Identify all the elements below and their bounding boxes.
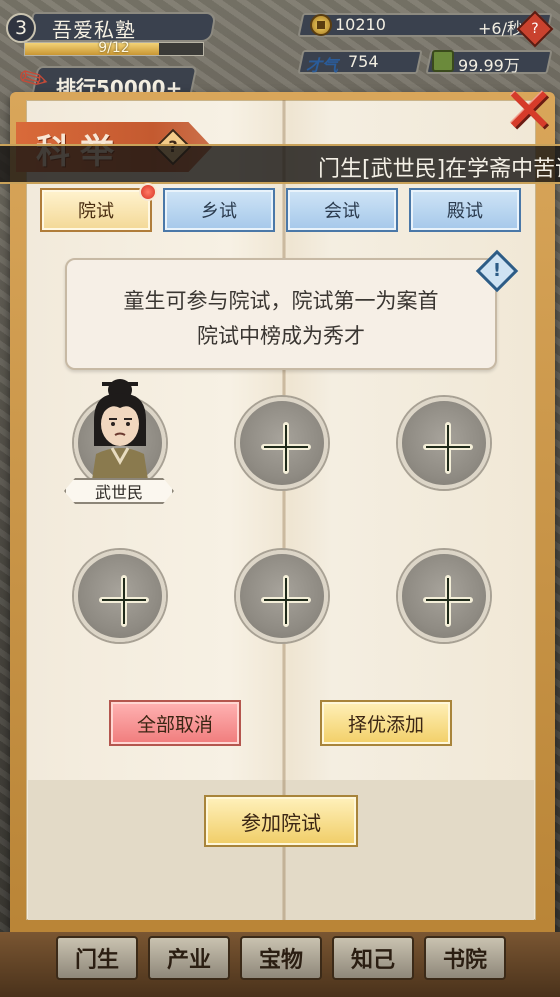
join-exam-button[interactable]: 参加院试 [204, 795, 358, 847]
tab-provincial-exam[interactable]: 乡试 [163, 188, 275, 232]
tab-county-exam[interactable]: 院试 [40, 188, 152, 232]
info-line-2: 院试中榜成为秀才 [197, 324, 365, 348]
nav-academy[interactable]: 书院 [424, 936, 506, 980]
coin-icon [310, 14, 332, 36]
add-icon [240, 554, 332, 646]
student-slot-3[interactable] [398, 397, 490, 489]
info-line-1: 童生可参与院试，院试第一为案首 [123, 289, 439, 313]
tab-palace-exam[interactable]: 殿试 [409, 188, 521, 232]
nav-treasures[interactable]: 宝物 [240, 936, 322, 980]
add-icon [402, 554, 494, 646]
student-avatar[interactable] [80, 376, 160, 480]
news-ticker: 门生[武世民]在学斋中苦读 [0, 144, 560, 184]
coin-value: 10210 [335, 15, 386, 34]
talent-value: 754 [348, 52, 379, 71]
student-slot-4[interactable] [74, 550, 166, 642]
talent-icon: 才气 [306, 56, 339, 75]
notification-dot [139, 183, 157, 201]
tab-metropolitan-exam[interactable]: 会试 [286, 188, 398, 232]
exp-text: 9/12 [98, 40, 130, 56]
nav-confidants[interactable]: 知己 [332, 936, 414, 980]
auto-add-button[interactable]: 择优添加 [320, 700, 452, 746]
nav-industry[interactable]: 产业 [148, 936, 230, 980]
add-icon [78, 554, 170, 646]
add-icon [402, 401, 494, 493]
money-icon [432, 50, 454, 72]
coin-rate: +6/秒 [478, 19, 523, 38]
player-level: 3 [6, 13, 36, 43]
nav-students[interactable]: 门生 [56, 936, 138, 980]
cancel-all-button[interactable]: 全部取消 [109, 700, 241, 746]
add-icon [240, 401, 332, 493]
student-name-tag: 武世民 [64, 478, 174, 504]
student-slot-6[interactable] [398, 550, 490, 642]
money-value: 99.99万 [458, 56, 520, 75]
ticker-text: 门生[武世民]在学斋中苦读 [318, 157, 560, 182]
close-icon[interactable]: ✕ [500, 80, 558, 142]
player-name: 吾爱私塾 [52, 18, 136, 42]
student-slot-5[interactable] [236, 550, 328, 642]
student-slot-2[interactable] [236, 397, 328, 489]
